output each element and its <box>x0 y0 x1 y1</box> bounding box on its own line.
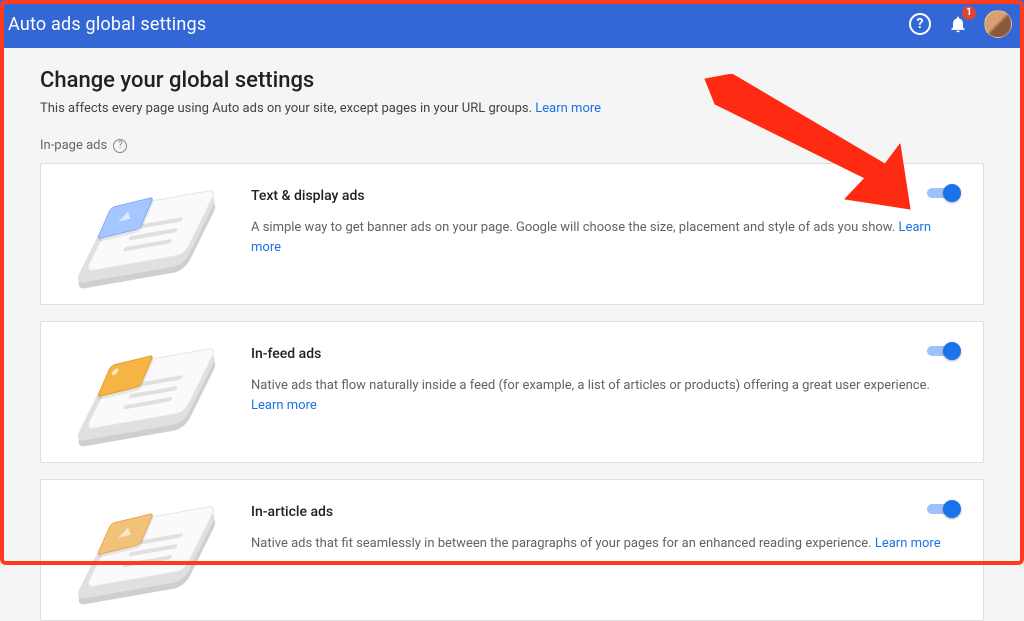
ad-format-card-in-article: In-article ads Native ads that fit seaml… <box>40 479 984 621</box>
ad-format-card-in-feed: In-feed ads Native ads that flow natural… <box>40 321 984 463</box>
section-label: In-page ads ? <box>40 138 984 153</box>
help-icon: ? <box>909 13 931 35</box>
card-description: A simple way to get banner ads on your p… <box>251 218 955 257</box>
card-learn-more-link[interactable]: Learn more <box>251 398 317 413</box>
page-subtitle: This affects every page using Auto ads o… <box>40 101 984 116</box>
top-bar: Auto ads global settings ? 1 <box>0 0 1024 48</box>
card-illustration <box>63 344 223 440</box>
toggle-text-display-ads[interactable] <box>927 184 959 202</box>
main-content: Change your global settings This affects… <box>0 48 1024 621</box>
notifications-button[interactable]: 1 <box>942 8 974 40</box>
page-title: Change your global settings <box>40 68 984 93</box>
card-description: Native ads that flow naturally inside a … <box>251 376 955 415</box>
ad-format-card-text-display: Text & display ads A simple way to get b… <box>40 163 984 305</box>
page-header-title: Auto ads global settings <box>8 14 206 35</box>
subtitle-learn-more-link[interactable]: Learn more <box>535 101 601 116</box>
section-help-icon[interactable]: ? <box>113 139 127 153</box>
account-avatar[interactable] <box>984 10 1012 38</box>
toggle-in-feed-ads[interactable] <box>927 342 959 360</box>
notification-badge: 1 <box>962 6 976 20</box>
card-illustration <box>63 502 223 598</box>
subtitle-text: This affects every page using Auto ads o… <box>40 101 535 116</box>
card-learn-more-link[interactable]: Learn more <box>875 536 941 551</box>
help-button[interactable]: ? <box>904 8 936 40</box>
card-title: In-feed ads <box>251 346 955 362</box>
card-illustration <box>63 186 223 282</box>
card-title: In-article ads <box>251 504 955 520</box>
card-title: Text & display ads <box>251 188 955 204</box>
section-label-text: In-page ads <box>40 138 107 153</box>
toggle-in-article-ads[interactable] <box>927 500 959 518</box>
card-description: Native ads that fit seamlessly in betwee… <box>251 534 955 554</box>
